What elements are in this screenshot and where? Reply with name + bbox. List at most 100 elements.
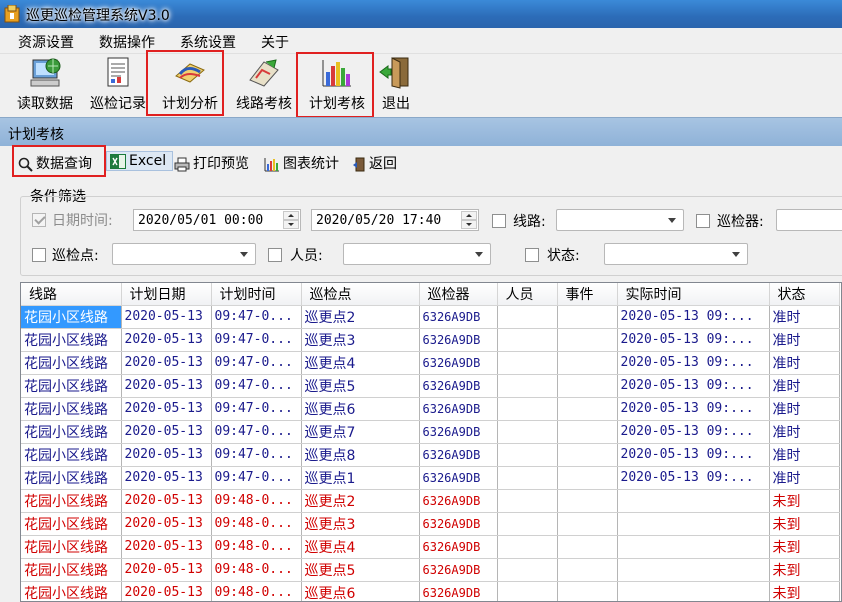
date-from-spinner[interactable] <box>283 211 299 229</box>
device-select[interactable] <box>776 209 842 231</box>
table-cell: 6326A9DB <box>419 397 498 421</box>
table-cell: 巡更点5 <box>301 558 420 582</box>
table-cell: 准时 <box>769 374 840 398</box>
table-cell: 花园小区线路 <box>21 420 122 444</box>
date-to-input[interactable]: 2020/05/20 17:40 <box>311 209 479 231</box>
point-checkbox[interactable] <box>32 248 46 262</box>
column-header[interactable]: 事件 <box>557 283 618 306</box>
table-cell: 未到 <box>769 489 840 513</box>
document-icon <box>107 57 129 87</box>
table-cell <box>557 581 618 601</box>
table-cell: 2020-05-13 <box>121 420 212 444</box>
date-checkbox[interactable] <box>32 213 46 227</box>
table-cell <box>497 443 558 467</box>
table-cell: 6326A9DB <box>419 443 498 467</box>
table-cell: 巡更点4 <box>301 351 420 375</box>
person-checkbox[interactable] <box>268 248 282 262</box>
table-cell: 2020-05-13 <box>121 581 212 601</box>
person-select[interactable] <box>343 243 491 265</box>
menu-about[interactable]: 关于 <box>261 32 289 52</box>
table-cell <box>557 351 618 375</box>
column-header[interactable]: 状态 <box>769 283 840 306</box>
table-cell: 6326A9DB <box>419 374 498 398</box>
column-header[interactable]: 计划时间 <box>211 283 302 306</box>
table-cell: 花园小区线路 <box>21 374 122 398</box>
table-row[interactable]: 花园小区线路 2020-05-13 09:47-0... 巡更点7 6326A9DB 20… <box>21 420 840 444</box>
route-checkbox[interactable] <box>492 214 506 228</box>
main-toolbar: 读取数据 巡检记录 计划分析 线路考核 计划考核 退出 <box>0 54 842 116</box>
column-header[interactable]: 实际时间 <box>617 283 770 306</box>
exit-button[interactable]: 退出 <box>378 56 414 114</box>
device-checkbox[interactable] <box>696 214 710 228</box>
app-icon <box>4 5 20 23</box>
menu-data[interactable]: 数据操作 <box>99 32 155 52</box>
chart-stats-button[interactable]: 图表统计 <box>264 153 339 173</box>
table-cell <box>557 535 618 559</box>
table-row[interactable]: 花园小区线路 2020-05-13 09:47-0... 巡更点2 6326A9DB 20… <box>21 305 840 329</box>
column-header[interactable]: 巡检点 <box>301 283 420 306</box>
table-cell: 巡更点2 <box>301 489 420 513</box>
records-button[interactable]: 巡检记录 <box>86 56 150 114</box>
table-cell: 2020-05-13 09:... <box>617 466 770 490</box>
date-from-input[interactable]: 2020/05/01 00:00 <box>133 209 301 231</box>
table-cell: 2020-05-13 <box>121 489 212 513</box>
route-check-button[interactable]: 线路考核 <box>232 56 296 114</box>
point-select[interactable] <box>112 243 256 265</box>
table-row[interactable]: 花园小区线路 2020-05-13 09:47-0... 巡更点8 6326A9DB 20… <box>21 443 840 467</box>
back-button[interactable]: 返回 <box>352 153 397 173</box>
table-cell: 09:48-0... <box>211 535 302 559</box>
table-cell: 花园小区线路 <box>21 558 122 582</box>
print-preview-button[interactable]: 打印预览 <box>174 153 249 173</box>
table-row[interactable]: 花园小区线路 2020-05-13 09:47-0... 巡更点4 6326A9DB 20… <box>21 351 840 375</box>
table-cell <box>497 305 558 329</box>
read-data-button[interactable]: 读取数据 <box>12 56 78 114</box>
table-cell: 准时 <box>769 351 840 375</box>
results-grid[interactable]: 线路 计划日期 计划时间 巡检点 巡检器 人员 事件 实际时间 状态 花园小区线路 2020-05… <box>20 282 842 602</box>
table-cell <box>617 512 770 536</box>
date-to-spinner[interactable] <box>461 211 477 229</box>
chevron-down-icon <box>732 252 740 257</box>
table-row[interactable]: 花园小区线路 2020-05-13 09:48-0... 巡更点6 6326A9DB 未到 <box>21 581 840 601</box>
table-cell <box>617 535 770 559</box>
highlight-query <box>12 145 106 177</box>
route-select[interactable] <box>556 209 684 231</box>
table-cell <box>497 466 558 490</box>
column-header[interactable]: 人员 <box>497 283 558 306</box>
column-header[interactable]: 线路 <box>21 283 122 306</box>
table-row[interactable]: 花园小区线路 2020-05-13 09:48-0... 巡更点2 6326A9DB 未到 <box>21 489 840 513</box>
table-cell: 未到 <box>769 512 840 536</box>
table-cell: 巡更点7 <box>301 420 420 444</box>
child-title-bar: 计划考核 <box>0 118 842 146</box>
menu-resources[interactable]: 资源设置 <box>18 32 74 52</box>
excel-button[interactable]: Excel <box>106 151 174 171</box>
table-cell: 2020-05-13 09:... <box>617 305 770 329</box>
table-cell: 6326A9DB <box>419 558 498 582</box>
table-row[interactable]: 花园小区线路 2020-05-13 09:47-0... 巡更点1 6326A9DB 20… <box>21 466 840 490</box>
menu-system[interactable]: 系统设置 <box>180 32 236 52</box>
table-cell <box>497 351 558 375</box>
column-header[interactable]: 计划日期 <box>121 283 212 306</box>
table-cell <box>557 443 618 467</box>
table-cell <box>557 420 618 444</box>
table-cell <box>497 581 558 601</box>
exit-door-icon <box>379 57 409 89</box>
status-checkbox[interactable] <box>525 248 539 262</box>
table-cell <box>557 466 618 490</box>
table-cell: 准时 <box>769 466 840 490</box>
table-cell: 6326A9DB <box>419 351 498 375</box>
column-header[interactable]: 巡检器 <box>419 283 498 306</box>
table-row[interactable]: 花园小区线路 2020-05-13 09:47-0... 巡更点3 6326A9DB 20… <box>21 328 840 352</box>
table-row[interactable]: 花园小区线路 2020-05-13 09:47-0... 巡更点6 6326A9DB 20… <box>21 397 840 421</box>
table-cell: 6326A9DB <box>419 535 498 559</box>
table-cell: 巡更点3 <box>301 328 420 352</box>
plan-check-window: 计划考核 数据查询 Excel 打印预览 图表统计 返回 条件筛选 日期时间: … <box>0 117 842 602</box>
table-cell: 2020-05-13 09:... <box>617 374 770 398</box>
table-row[interactable]: 花园小区线路 2020-05-13 09:48-0... 巡更点5 6326A9DB 未到 <box>21 558 840 582</box>
table-row[interactable]: 花园小区线路 2020-05-13 09:47-0... 巡更点5 6326A9DB 20… <box>21 374 840 398</box>
status-select[interactable] <box>604 243 748 265</box>
table-cell: 巡更点1 <box>301 466 420 490</box>
table-cell <box>497 489 558 513</box>
table-cell <box>497 328 558 352</box>
table-row[interactable]: 花园小区线路 2020-05-13 09:48-0... 巡更点3 6326A9DB 未到 <box>21 512 840 536</box>
table-row[interactable]: 花园小区线路 2020-05-13 09:48-0... 巡更点4 6326A9DB 未到 <box>21 535 840 559</box>
